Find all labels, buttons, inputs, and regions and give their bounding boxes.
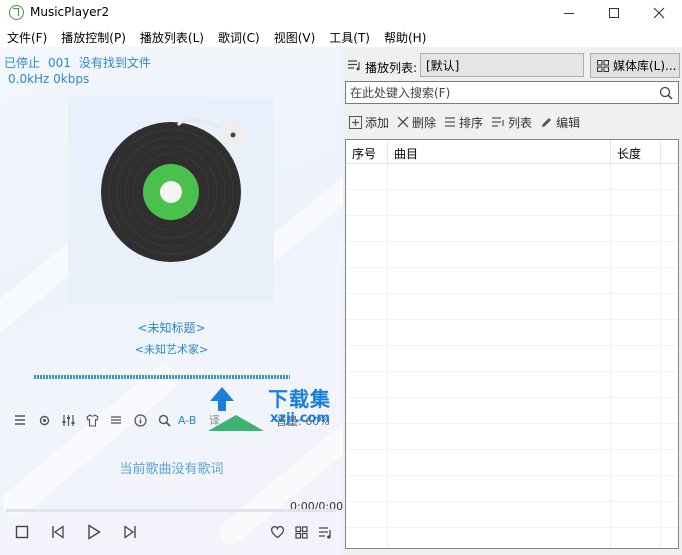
format-info: 0.0kHz 0kbps (8, 72, 90, 86)
list-label: 列表 (508, 115, 533, 130)
lyrics-display: 当前歌曲没有歌词 (119, 462, 224, 477)
grid-icon (294, 525, 308, 539)
play-button[interactable] (83, 521, 105, 543)
grid-icon (597, 59, 609, 72)
playlist-toolbar: 添加 删除 排序 列表 编辑 (349, 113, 588, 131)
delete-label: 删除 (412, 115, 437, 130)
track-title: <未知标题> (137, 321, 206, 335)
menu-playlist[interactable]: 播放列表(L) (133, 27, 211, 47)
heart-icon (270, 525, 284, 539)
previous-button[interactable] (47, 521, 69, 543)
playlist-table[interactable]: 序号 曲目 长度 (345, 139, 679, 549)
playlist-label: 播放列表: (365, 61, 418, 75)
find-search-icon[interactable] (152, 411, 176, 429)
title-bar: MusicPlayer2 (0, 0, 682, 26)
ab-repeat-button[interactable]: A-B (178, 414, 196, 427)
show-playlist-button[interactable] (314, 521, 336, 543)
info-icon[interactable] (128, 411, 152, 429)
add-button[interactable]: 添加 (349, 114, 389, 131)
playlist-name-field: [默认] (420, 53, 584, 77)
menu-playback-control[interactable]: 播放控制(P) (54, 27, 133, 47)
vinyl-disc-icon (101, 118, 246, 262)
player-panel: 已停止 001 没有找到文件 0.0kHz 0kbps <未知标题> <未知艺术家> (0, 47, 343, 555)
next-icon (124, 525, 136, 539)
search-icon[interactable] (659, 86, 673, 100)
list-icon (492, 117, 504, 127)
menu-lines-icon[interactable] (104, 411, 128, 429)
edit-label: 编辑 (556, 115, 581, 130)
minimize-icon (564, 12, 574, 14)
sort-icon (445, 117, 456, 127)
column-header-title[interactable]: 曲目 (388, 140, 611, 164)
track-artist: <未知艺术家> (134, 343, 209, 356)
add-label: 添加 (365, 115, 390, 130)
settings-gear-icon[interactable] (32, 411, 56, 429)
menu-file[interactable]: 文件(F) (0, 27, 54, 47)
playlist-panel: 播放列表: [默认] 媒体库(L)... 添加 删除 排序 列表 编辑 (343, 47, 682, 555)
spectrum-visualizer (34, 375, 290, 379)
playlist-toggle-icon[interactable] (8, 411, 32, 429)
play-icon (88, 524, 101, 540)
media-library-label: 媒体库(L)... (613, 59, 677, 73)
add-icon (349, 115, 362, 129)
player-tool-row: A-B 译 (8, 411, 226, 429)
watermark-arrow-icon (208, 387, 264, 431)
watermark-text: 下载集 (268, 387, 331, 411)
edit-button[interactable]: 编辑 (540, 114, 580, 131)
playlist-icon (318, 526, 331, 539)
maximize-icon (609, 8, 619, 18)
menu-bar: 文件(F) 播放控制(P) 播放列表(L) 歌词(C) 视图(V) 工具(T) … (0, 27, 682, 47)
track-number: 001 (48, 56, 71, 70)
media-library-button[interactable] (290, 521, 312, 543)
sort-button[interactable]: 排序 (444, 114, 483, 131)
next-button[interactable] (119, 521, 141, 543)
equalizer-icon[interactable] (56, 411, 80, 429)
delete-x-icon (397, 116, 409, 128)
skin-shirt-icon[interactable] (80, 411, 104, 429)
background-streak (0, 359, 184, 523)
table-body (346, 164, 678, 548)
search-input[interactable] (346, 82, 646, 103)
playlist-icon (348, 60, 360, 71)
maximize-button[interactable] (591, 0, 637, 26)
watermark-subtext: xzji.com (270, 411, 330, 426)
watermark-logo: 下载集 xzji.com (206, 385, 343, 433)
file-status: 没有找到文件 (78, 56, 151, 70)
search-box (345, 81, 679, 104)
favorite-button[interactable] (266, 521, 288, 543)
playlist-header: 播放列表: [默认] 媒体库(L)... (343, 51, 682, 79)
sort-label: 排序 (459, 115, 484, 130)
progress-bar[interactable] (6, 509, 336, 512)
window-title: MusicPlayer2 (30, 5, 110, 19)
previous-icon (52, 525, 64, 539)
table-header: 序号 曲目 长度 (346, 140, 678, 164)
minimize-button[interactable] (546, 0, 592, 26)
pencil-icon (542, 117, 552, 127)
column-header-length[interactable]: 长度 (611, 140, 661, 164)
menu-view[interactable]: 视图(V) (267, 27, 323, 47)
stop-icon (15, 525, 29, 539)
list-button[interactable]: 列表 (491, 114, 532, 131)
menu-lyrics[interactable]: 歌词(C) (211, 27, 267, 47)
playback-controls (0, 521, 343, 547)
playback-status-line: 已停止 001 没有找到文件 (4, 54, 159, 71)
stop-button[interactable] (11, 521, 33, 543)
album-cover (68, 97, 274, 303)
playback-status: 已停止 (4, 56, 41, 70)
music-note-icon (9, 5, 24, 20)
media-library-button[interactable]: 媒体库(L)... (590, 53, 680, 78)
column-header-number[interactable]: 序号 (346, 140, 388, 164)
delete-button[interactable]: 删除 (397, 114, 436, 131)
menu-help[interactable]: 帮助(H) (377, 27, 433, 47)
close-icon (653, 7, 665, 19)
close-button[interactable] (636, 0, 682, 26)
menu-tools[interactable]: 工具(T) (322, 27, 377, 47)
